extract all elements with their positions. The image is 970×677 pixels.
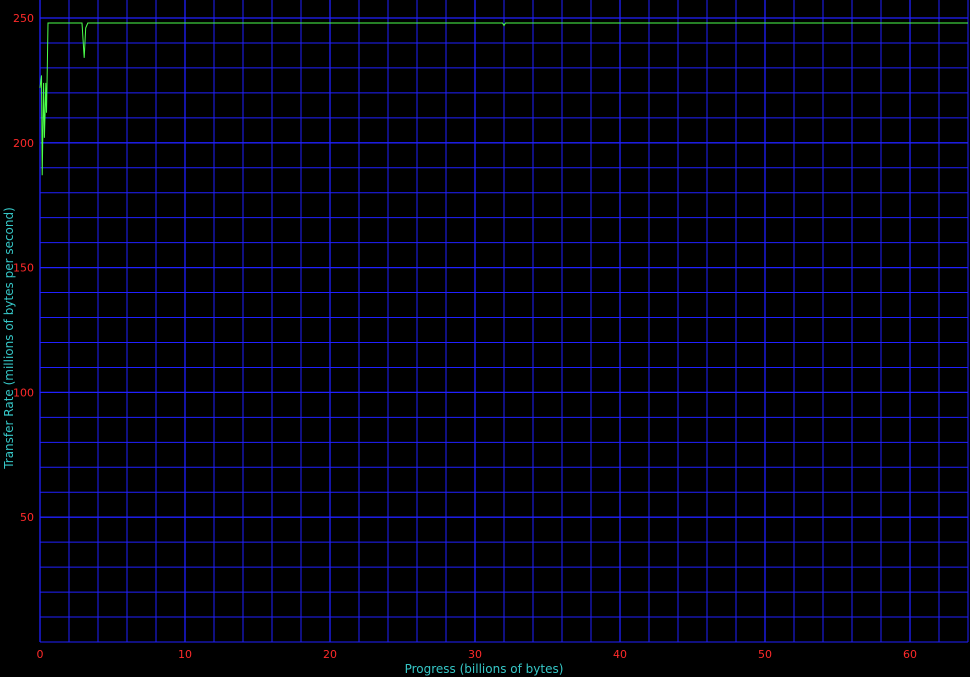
x-tick-label: 10 xyxy=(178,648,192,661)
y-tick-label: 150 xyxy=(13,262,34,275)
y-tick-label: 250 xyxy=(13,12,34,25)
y-tick-label: 200 xyxy=(13,137,34,150)
y-axis-title: Transfer Rate (millions of bytes per sec… xyxy=(2,207,16,470)
x-tick-label: 0 xyxy=(37,648,44,661)
transfer-rate-chart: 50 100 150 200 250 0 10 20 30 40 50 60 Progress (b… xyxy=(0,0,970,677)
x-tick-label: 40 xyxy=(613,648,627,661)
x-tick-label: 60 xyxy=(903,648,917,661)
plot-background xyxy=(0,0,970,677)
x-axis-title: Progress (billions of bytes) xyxy=(405,662,564,676)
x-tick-label: 20 xyxy=(323,648,337,661)
y-tick-label: 50 xyxy=(20,511,34,524)
x-tick-label: 30 xyxy=(468,648,482,661)
y-tick-label: 100 xyxy=(13,386,34,399)
x-tick-label: 50 xyxy=(758,648,772,661)
